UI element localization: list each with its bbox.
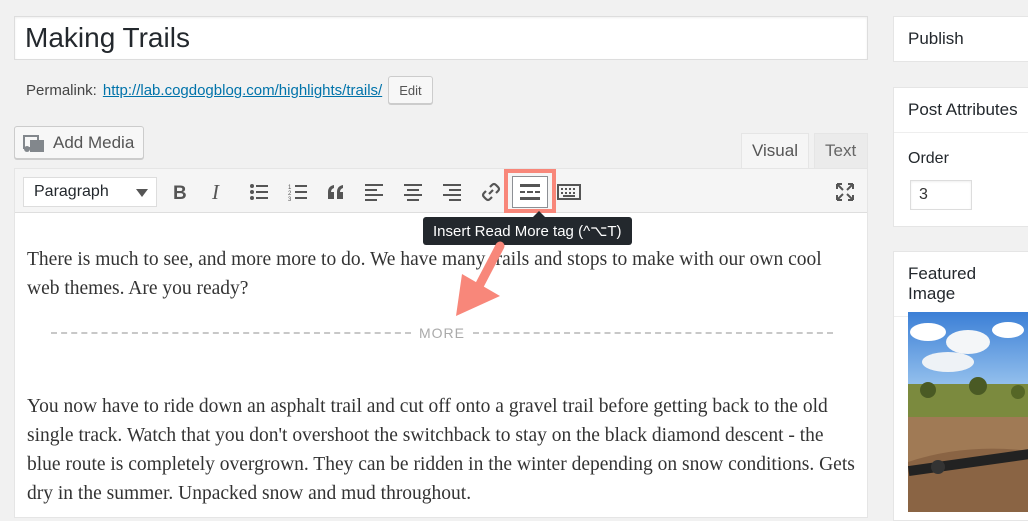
toolbar-toggle-button[interactable]	[554, 177, 584, 207]
edit-permalink-button[interactable]: Edit	[388, 76, 433, 104]
align-right-button[interactable]	[437, 177, 467, 207]
keyboard-icon	[557, 184, 581, 200]
format-select[interactable]: Paragraph	[23, 177, 157, 207]
bold-button[interactable]: B	[165, 177, 195, 207]
permalink-label: Permalink:	[26, 81, 97, 99]
permalink-row: Permalink: http://lab.cogdogblog.com/hig…	[26, 76, 433, 104]
numbered-list-button[interactable]: 123	[283, 177, 313, 207]
chevron-down-icon	[136, 189, 148, 197]
numbered-list-icon: 123	[288, 185, 307, 201]
post-attributes-box: Post Attributes Order 3	[893, 87, 1028, 227]
editor-content[interactable]: There is much to see, and more more to d…	[27, 245, 857, 303]
publish-box: Publish	[893, 16, 1028, 62]
svg-text:B: B	[173, 183, 187, 202]
align-left-icon	[365, 184, 383, 201]
blockquote-icon	[328, 185, 343, 199]
align-center-icon	[404, 184, 422, 201]
format-select-value: Paragraph	[34, 183, 109, 200]
tab-text[interactable]: Text	[814, 133, 868, 168]
editor: Paragraph B I 123 Insert Read More tag (…	[14, 168, 868, 518]
tab-visual[interactable]: Visual	[741, 133, 809, 168]
add-media-button[interactable]: Add Media	[14, 126, 144, 159]
bulleted-list-button[interactable]	[244, 177, 274, 207]
link-icon	[481, 182, 501, 202]
permalink-link[interactable]: http://lab.cogdogblog.com/highlights/tra…	[103, 82, 382, 99]
align-center-button[interactable]	[398, 177, 428, 207]
media-icon	[23, 133, 45, 153]
order-label: Order	[908, 150, 949, 167]
svg-text:3: 3	[288, 197, 292, 201]
read-more-icon	[515, 177, 545, 207]
insert-link-button[interactable]	[476, 177, 506, 207]
more-dash-right	[473, 332, 833, 334]
featured-image-box: Featured Image	[893, 251, 1028, 521]
svg-text:I: I	[211, 182, 220, 202]
publish-title[interactable]: Publish	[894, 17, 1028, 61]
featured-image[interactable]	[908, 312, 1028, 512]
align-right-icon	[443, 184, 461, 201]
italic-button[interactable]: I	[203, 177, 233, 207]
editor-toolbar: Paragraph B I 123	[15, 169, 867, 213]
italic-icon: I	[211, 182, 220, 202]
annotation-arrow-icon	[456, 241, 505, 316]
more-dash-left	[51, 332, 411, 334]
bold-icon: B	[173, 183, 187, 202]
fullscreen-icon	[836, 183, 854, 201]
align-left-button[interactable]	[359, 177, 389, 207]
fullscreen-button[interactable]	[830, 177, 860, 207]
order-input[interactable]: 3	[910, 180, 972, 210]
more-tag-divider[interactable]: MORE	[51, 323, 833, 343]
bulleted-list-icon	[250, 184, 268, 200]
paragraph-2: You now have to ride down an asphalt tra…	[27, 395, 855, 504]
add-media-label: Add Media	[53, 132, 135, 152]
featured-image-title[interactable]: Featured Image	[894, 252, 1028, 317]
paragraph-1: There is much to see, and more more to d…	[27, 249, 822, 299]
post-title-input[interactable]: Making Trails	[14, 16, 868, 60]
post-attributes-title[interactable]: Post Attributes	[894, 88, 1028, 133]
blockquote-button[interactable]	[321, 177, 351, 207]
